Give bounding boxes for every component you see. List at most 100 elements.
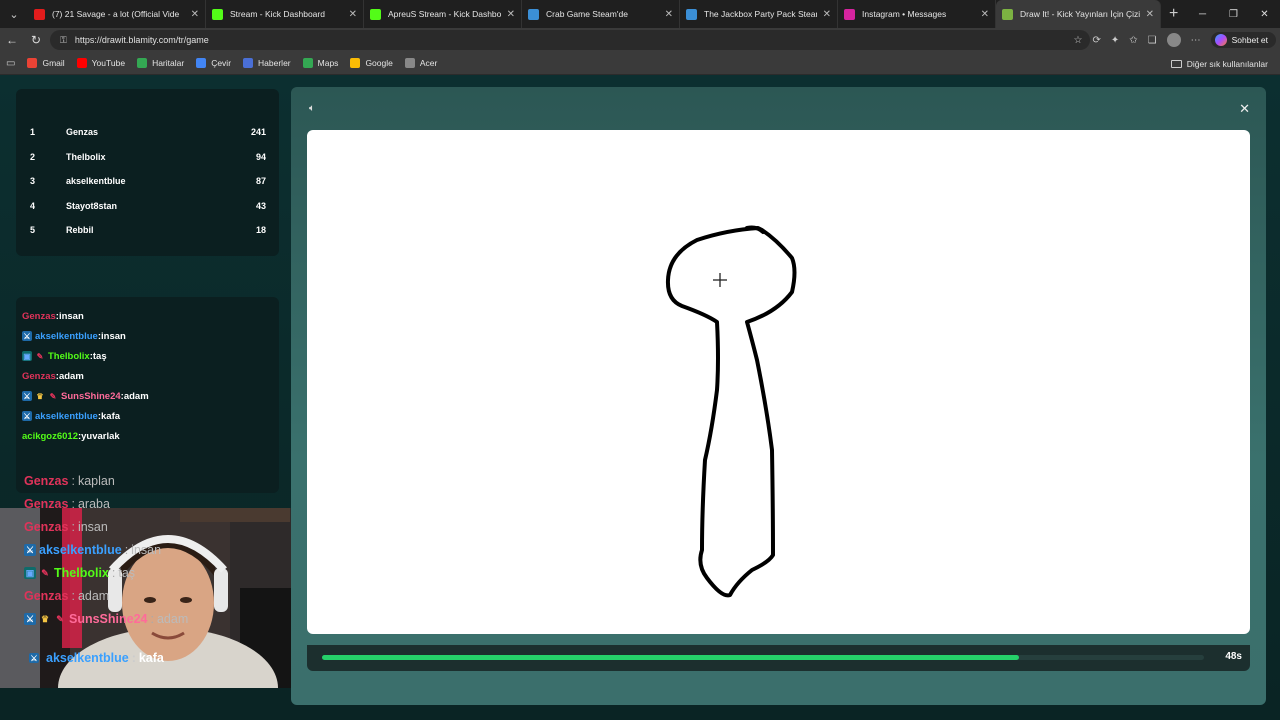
timer-fill — [322, 655, 1019, 660]
bookmark-item[interactable]: Haritalar — [137, 58, 184, 68]
bookmark-label: Çevir — [211, 58, 232, 68]
chat-username: Thelbolix — [48, 350, 90, 362]
user-badge-icon: ⚔ — [24, 613, 36, 625]
extensions-icon[interactable]: ✦ — [1111, 35, 1119, 46]
nav-bar: ← ↻ ⚿ https://drawit.blamity.com/tr/game… — [0, 28, 1280, 52]
refresh-extension-icon[interactable]: ⟳ — [1092, 35, 1100, 46]
leaderboard-name: Stayot8stan — [66, 200, 118, 211]
browser-tab[interactable]: Stream - Kick Dashboard ✕ — [206, 0, 364, 28]
tab-favicon-icon — [370, 8, 381, 20]
back-icon[interactable]: ← — [0, 28, 24, 52]
tab-actions-icon[interactable]: ⌄ — [0, 0, 28, 28]
reload-icon[interactable]: ↻ — [24, 28, 48, 52]
sound-icon[interactable]: 🔈︎ — [309, 103, 315, 114]
tab-close-icon[interactable]: ✕ — [981, 9, 989, 20]
drawing-canvas[interactable] — [307, 130, 1250, 634]
tab-close-icon[interactable]: ✕ — [823, 9, 831, 20]
tab-close-icon[interactable]: ✕ — [349, 9, 357, 20]
leaderboard-score: 241 — [250, 127, 266, 137]
url-text: https://drawit.blamity.com/tr/game — [74, 35, 209, 45]
bookmark-favicon-icon — [350, 58, 361, 68]
timer-track — [322, 655, 1204, 660]
sword-badge-icon: ⚔ — [29, 653, 39, 663]
bookmark-item[interactable]: Gmail — [27, 58, 65, 68]
more-menu-icon[interactable]: ⋯ — [1191, 35, 1201, 46]
browser-tab[interactable]: Draw It! - Kick Yayınları İçin Çizim ✕ — [996, 0, 1161, 28]
chat-text: :kafa — [97, 410, 121, 422]
latest-guess-user: akselkentblue — [46, 651, 129, 665]
guess-line: Genzas: kaplan — [24, 472, 115, 490]
copilot-button[interactable]: Sohbet et — [1210, 32, 1276, 48]
profile-avatar[interactable] — [1166, 33, 1181, 47]
guess-word: kaplan — [77, 474, 115, 488]
crosshair-cursor-icon — [713, 273, 727, 287]
tab-close-icon[interactable]: ✕ — [191, 9, 199, 20]
bookmark-item[interactable]: Çevir — [196, 58, 231, 68]
chat-username: SunsShine24 — [61, 390, 121, 402]
tab-close-icon[interactable]: ✕ — [1146, 9, 1154, 20]
favorites-icon[interactable]: ✩ — [1129, 35, 1137, 46]
guess-separator: : — [71, 474, 75, 488]
user-badge-icon: ♛ — [40, 613, 50, 624]
chat-username: akselkentblue — [35, 410, 98, 422]
tab-title: Stream - Kick Dashboard — [230, 9, 325, 19]
guess-line: Genzas: araba — [24, 495, 110, 513]
close-window-icon[interactable]: ✕ — [1249, 0, 1280, 28]
bookmark-item[interactable]: Google — [350, 58, 393, 68]
sidebar-toggle-icon[interactable]: ▭ — [6, 58, 15, 69]
bookmark-item[interactable]: Acer — [404, 58, 437, 68]
chat-message: acikgoz6012:yuvarlak — [22, 429, 120, 443]
browser-tab[interactable]: Instagram • Messages ✕ — [838, 0, 996, 28]
copilot-label: Sohbet et — [1231, 35, 1268, 45]
chat-message: ⚔ akselkentblue:insan — [22, 329, 126, 343]
bookmark-item[interactable]: Haberler — [243, 58, 291, 68]
tab-title: Crab Game Steam'de — [546, 9, 628, 19]
tab-favicon-icon — [212, 8, 223, 20]
tab-title: ApreuS Stream - Kick Dashboard — [388, 9, 501, 19]
address-bar[interactable]: ⚿ https://drawit.blamity.com/tr/game — [50, 30, 1090, 50]
bookmark-item[interactable]: Maps — [302, 58, 339, 68]
latest-guess: ⚔ akselkentblue : kafa — [29, 649, 164, 667]
chat-username: akselkentblue — [35, 330, 98, 342]
user-badge-icon: ⚔ — [22, 391, 32, 401]
guess-separator: : — [71, 520, 75, 534]
bookmark-label: YouTube — [91, 58, 126, 68]
guess-username: Thelbolix — [54, 566, 109, 580]
minimize-icon[interactable]: ─ — [1187, 0, 1218, 28]
leaderboard-score: 43 — [255, 200, 266, 211]
bookmark-favicon-icon — [137, 58, 148, 68]
chat-text: :insan — [55, 310, 84, 322]
guess-word: araba — [77, 497, 110, 511]
user-badge-icon: ✎ — [41, 567, 49, 578]
bookmark-label: Gmail — [42, 58, 65, 68]
browser-tab[interactable]: (7) 21 Savage - a lot (Official Vide ✕ — [28, 0, 206, 28]
chat-username: acikgoz6012 — [22, 430, 78, 442]
tab-close-icon[interactable]: ✕ — [507, 9, 515, 20]
bookmark-label: Maps — [317, 58, 339, 68]
lock-icon: ⚿ — [60, 34, 67, 45]
guess-username: Genzas — [24, 474, 69, 488]
folder-icon — [1170, 59, 1182, 68]
leaderboard-rank: 2 — [30, 151, 36, 162]
restore-icon[interactable]: ❐ — [1218, 0, 1249, 28]
new-tab-button[interactable]: + — [1169, 5, 1178, 23]
user-badge-icon: ✎ — [49, 391, 57, 401]
close-icon[interactable]: ✕ — [1239, 101, 1250, 117]
browser-tab[interactable]: The Jackbox Party Pack Steam'de ✕ — [680, 0, 838, 28]
other-bookmarks[interactable]: Diğer sık kullanılanlar — [1170, 52, 1268, 75]
collections-icon[interactable]: ❏ — [1148, 35, 1157, 46]
leaderboard-rank: 5 — [30, 225, 36, 236]
bookmark-label: Google — [365, 58, 393, 68]
guess-username: Genzas — [24, 520, 69, 534]
timer-bar: 48s — [307, 645, 1250, 671]
user-badge-icon: ⚔ — [22, 331, 32, 341]
browser-tab[interactable]: Crab Game Steam'de ✕ — [522, 0, 680, 28]
chat-text: :adam — [120, 390, 149, 402]
favorite-star-icon[interactable]: ☆ — [1074, 35, 1083, 46]
bookmark-item[interactable]: YouTube — [76, 58, 126, 68]
browser-tab[interactable]: ApreuS Stream - Kick Dashboard ✕ — [364, 0, 522, 28]
leaderboard-rank: 3 — [30, 176, 36, 187]
page: 1 Genzas 241 2 Thelbolix 94 3 akselkentblue 87 4 S… — [0, 75, 1280, 720]
leaderboard-score: 87 — [255, 176, 266, 187]
tab-close-icon[interactable]: ✕ — [665, 9, 673, 20]
